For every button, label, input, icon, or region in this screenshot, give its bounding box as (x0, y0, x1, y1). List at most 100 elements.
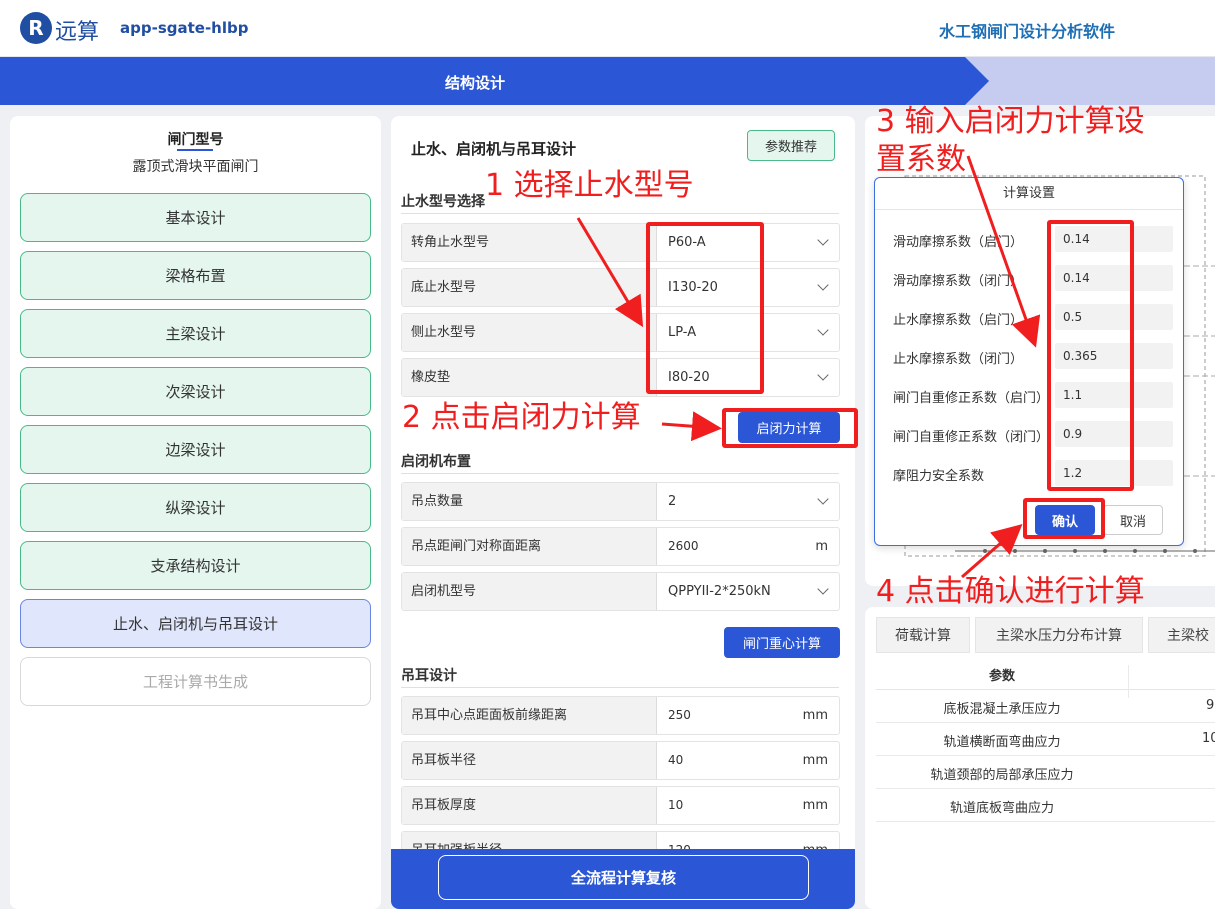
logo-icon: R (20, 12, 52, 44)
section-divider (401, 213, 839, 214)
chevron-down-icon (817, 583, 829, 595)
step-label: 结构设计 (445, 74, 506, 92)
field-label: 闸门自重修正系数（闭门） (893, 430, 1050, 445)
annotation-step1: 1 选择止水型号 (485, 168, 694, 203)
sidebar-item-secondary-beam[interactable]: 次梁设计 (20, 367, 371, 416)
unit-label: m (815, 539, 828, 554)
hoist-section-title: 启闭机布置 (401, 454, 471, 470)
full-process-check-button[interactable]: 全流程计算复核 (438, 855, 809, 900)
sidebar-item-label: 纵梁设计 (165, 499, 226, 517)
seal-section-title: 止水型号选择 (401, 194, 485, 210)
sidebar-item-label: 主梁设计 (165, 325, 226, 343)
value-cell: 9 (1206, 698, 1215, 713)
row-label: 启闭机型号 (402, 573, 657, 610)
design-form-panel: 止水、启闭机与吊耳设计 参数推荐 止水型号选择 转角止水型号 P60-A 底止水… (391, 116, 855, 909)
sidebar-item-edge-beam[interactable]: 边梁设计 (20, 425, 371, 474)
results-panel: 荷载计算 主梁水压力分布计算 主梁校 参数 底板混凝土承压应力 9 轨道横断面弯… (865, 607, 1215, 909)
field-label: 滑动摩擦系数（启门） (893, 235, 1024, 250)
calc-settings-dialog: 计算设置 滑动摩擦系数（启门） 0.14 滑动摩擦系数（闭门） 0.14 止水摩… (874, 177, 1184, 546)
row-label: 底止水型号 (402, 269, 657, 306)
field-label: 止水摩擦系数（闭门） (893, 352, 1024, 367)
row-value: 2 (668, 494, 677, 509)
row-label: 转角止水型号 (402, 224, 657, 261)
field-label: 滑动摩擦系数（闭门） (893, 274, 1024, 289)
tab-label: 主梁水压力分布计算 (996, 628, 1122, 644)
corner-seal-select[interactable]: 转角止水型号 P60-A (401, 223, 840, 262)
side-seal-select[interactable]: 侧止水型号 LP-A (401, 313, 840, 352)
panel-title: 止水、启闭机与吊耳设计 (411, 140, 577, 158)
cancel-button[interactable]: 取消 (1103, 505, 1163, 535)
sidebar-item-report-generation[interactable]: 工程计算书生成 (20, 657, 371, 706)
chevron-down-icon (817, 324, 829, 336)
row-value: QPPYII-2*250kN (668, 584, 771, 599)
annotation-step2: 2 点击启闭力计算 (402, 400, 641, 435)
unit-label: mm (802, 753, 828, 768)
lug-center-distance-input[interactable]: 吊耳中心点距面板前缘距离 250 mm (401, 696, 840, 735)
unit-label: mm (802, 798, 828, 813)
row-label: 橡皮垫 (402, 359, 657, 396)
sidebar-item-label: 次梁设计 (165, 383, 226, 401)
sidebar-item-label: 梁格布置 (165, 267, 226, 285)
bottom-seal-select[interactable]: 底止水型号 I130-20 (401, 268, 840, 307)
rubber-pad-select[interactable]: 橡皮垫 I80-20 (401, 358, 840, 397)
gate-type-title: 闸门型号 (167, 132, 224, 148)
param-recommend-button[interactable]: 参数推荐 (747, 130, 835, 161)
row-value: 40 (668, 753, 684, 767)
table-row: 轨道颈部的局部承压应力 (876, 756, 1215, 789)
row-value: 250 (668, 708, 691, 722)
param-cell: 轨道横断面弯曲应力 (943, 735, 1061, 750)
row-label: 吊耳中心点距面板前缘距离 (402, 697, 657, 734)
param-cell: 轨道颈部的局部承压应力 (930, 768, 1074, 783)
param-cell: 底板混凝土承压应力 (943, 702, 1061, 717)
table-row: 底板混凝土承压应力 9 (876, 690, 1215, 723)
annotation-step3-line2: 置系数 (876, 142, 966, 177)
section-divider (401, 687, 839, 688)
value-cell: 10 (1202, 731, 1215, 746)
sidebar-item-main-beam[interactable]: 主梁设计 (20, 309, 371, 358)
lug-section-title: 吊耳设计 (401, 668, 457, 684)
bottom-action-bar: 全流程计算复核 (391, 849, 855, 909)
dialog-title: 计算设置 (875, 178, 1183, 210)
sidebar-item-seal-hoist-lug[interactable]: 止水、启闭机与吊耳设计 (20, 599, 371, 648)
field-label: 摩阻力安全系数 (893, 469, 985, 484)
annotation-box-hoist-button (722, 408, 858, 448)
sidebar-item-basic-design[interactable]: 基本设计 (20, 193, 371, 242)
title-underline (177, 149, 213, 151)
row-value: 2600 (668, 539, 699, 553)
logo-text: 远算 (55, 20, 100, 45)
chevron-down-icon (817, 234, 829, 246)
gravity-center-calc-button[interactable]: 闸门重心计算 (724, 627, 840, 658)
step-structure-design[interactable]: 结构设计 (0, 57, 965, 105)
chevron-down-icon (817, 369, 829, 381)
sidebar-item-beam-layout[interactable]: 梁格布置 (20, 251, 371, 300)
software-title: 水工钢闸门设计分析软件 (938, 22, 1115, 41)
section-divider (401, 473, 839, 474)
hoist-model-select[interactable]: 启闭机型号 QPPYII-2*250kN (401, 572, 840, 611)
gate-type-value: 露顶式滑块平面闸门 (132, 159, 259, 175)
tab-load-calc[interactable]: 荷载计算 (876, 617, 970, 653)
row-label: 吊耳板厚度 (402, 787, 657, 824)
tab-label: 主梁校 (1167, 628, 1209, 644)
chevron-down-icon (817, 279, 829, 291)
sidebar-item-longitudinal-beam[interactable]: 纵梁设计 (20, 483, 371, 532)
sidebar-item-label: 支承结构设计 (150, 557, 241, 575)
sidebar-item-support-structure[interactable]: 支承结构设计 (20, 541, 371, 590)
lug-plate-radius-input[interactable]: 吊耳板半径 40 mm (401, 741, 840, 780)
table-header: 参数 (876, 657, 1215, 698)
annotation-step4: 4 点击确认进行计算 (876, 574, 1145, 609)
sidebar-item-label: 基本设计 (165, 209, 226, 227)
tab-main-beam-check[interactable]: 主梁校 (1148, 617, 1215, 653)
sidebar-item-label: 工程计算书生成 (142, 673, 248, 691)
lifting-point-distance-input[interactable]: 吊点距闸门对称面距离 2600 m (401, 527, 840, 566)
lifting-point-count-select[interactable]: 吊点数量 2 (401, 482, 840, 521)
field-label: 止水摩擦系数（启门） (893, 313, 1024, 328)
lug-plate-thickness-input[interactable]: 吊耳板厚度 10 mm (401, 786, 840, 825)
tab-main-beam-pressure[interactable]: 主梁水压力分布计算 (975, 617, 1143, 653)
sidebar-item-label: 边梁设计 (165, 441, 226, 459)
row-label: 吊点数量 (402, 483, 657, 520)
app-id: app-sgate-hlbp (120, 19, 249, 37)
sidebar-item-label: 止水、启闭机与吊耳设计 (112, 615, 278, 633)
step-arrow-icon (965, 57, 989, 105)
param-cell: 轨道底板弯曲应力 (949, 801, 1054, 816)
sidebar: 闸门型号 露顶式滑块平面闸门 基本设计 梁格布置 主梁设计 次梁设计 边梁设计 … (10, 116, 381, 909)
